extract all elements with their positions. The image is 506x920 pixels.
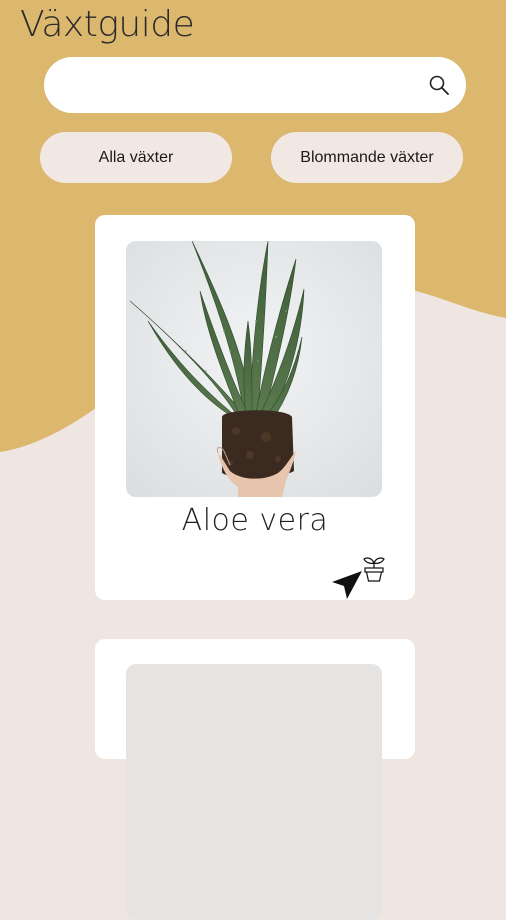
plant-card[interactable]: Aloe vera bbox=[95, 215, 415, 600]
search-input[interactable] bbox=[66, 67, 420, 105]
app-title: Växtguide bbox=[20, 4, 195, 45]
cursor-arrow-icon bbox=[330, 569, 364, 601]
filter-all-plants-button[interactable]: Alla växter bbox=[40, 132, 232, 183]
plant-card[interactable] bbox=[95, 639, 415, 920]
filter-flowering-plants-button[interactable]: Blommande växter bbox=[271, 132, 463, 183]
plant-name: Aloe vera bbox=[181, 503, 329, 538]
search-bar[interactable] bbox=[44, 57, 466, 113]
plant-pot-icon[interactable] bbox=[362, 555, 386, 583]
plant-image bbox=[126, 241, 382, 497]
search-icon[interactable] bbox=[428, 74, 450, 96]
plant-image bbox=[126, 664, 382, 920]
